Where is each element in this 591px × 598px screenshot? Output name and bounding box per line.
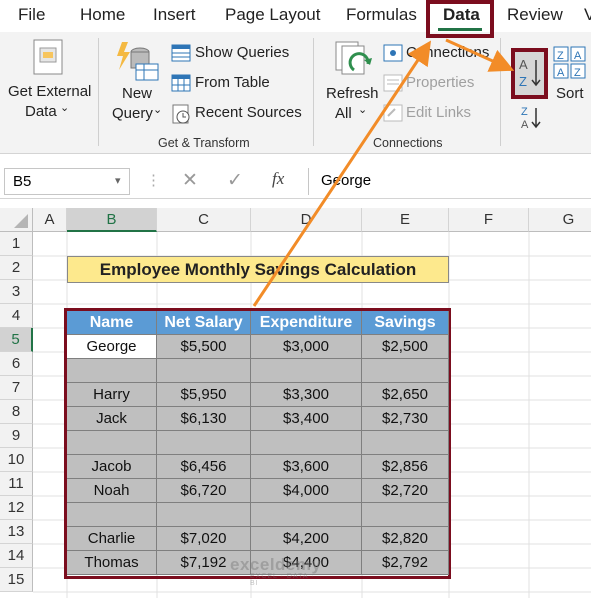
annotation-arrows (252, 38, 515, 307)
arrow-to-sort-button (445, 38, 515, 72)
arrow-to-data-tab (252, 40, 431, 307)
